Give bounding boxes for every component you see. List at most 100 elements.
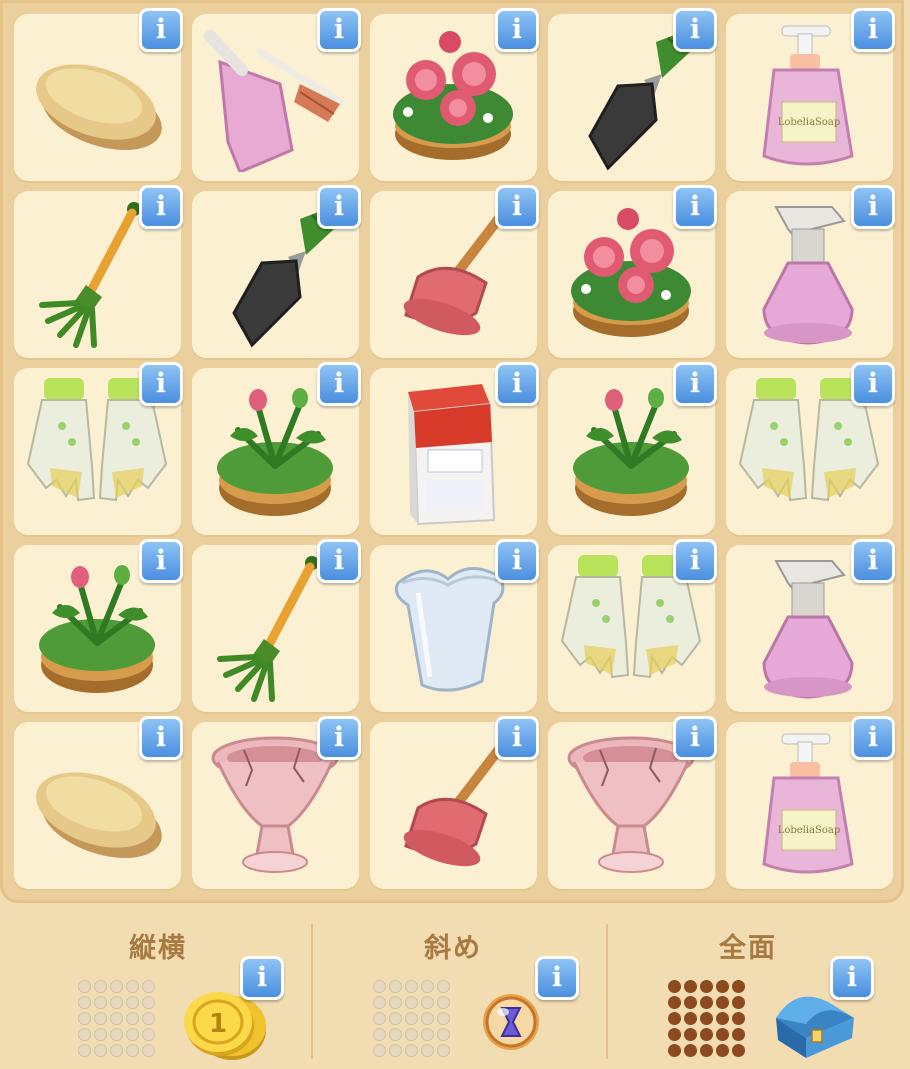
pattern-dot	[78, 980, 91, 993]
info-button[interactable]: i	[673, 539, 717, 583]
pattern-dot	[668, 1044, 681, 1057]
pattern-dot	[78, 1012, 91, 1025]
pattern-dot	[389, 996, 402, 1009]
pattern-dot	[684, 1012, 697, 1025]
pattern-dot	[437, 1012, 450, 1025]
item-cell-garden-trowel[interactable]: i	[548, 8, 717, 181]
item-cell-soap[interactable]: i	[14, 8, 183, 181]
pattern-dot	[437, 1028, 450, 1041]
pattern-dot	[389, 1044, 402, 1057]
item-cell-cracked-pink-vase[interactable]: i	[548, 716, 717, 889]
item-cell-bud-flower-pot[interactable]: i	[192, 362, 361, 535]
pattern-dot	[78, 1028, 91, 1041]
item-cell-plunger[interactable]: i	[370, 185, 539, 358]
item-cell-plunger[interactable]: i	[370, 716, 539, 889]
pattern-dot	[421, 1012, 434, 1025]
pattern-dot	[110, 1044, 123, 1057]
item-cell-detergent-box[interactable]: i	[370, 362, 539, 535]
info-button[interactable]: i	[139, 185, 183, 229]
pattern-dot	[668, 996, 681, 1009]
pattern-dot	[405, 980, 418, 993]
pattern-dot	[716, 1012, 729, 1025]
info-button[interactable]: i	[673, 362, 717, 406]
pattern-dot	[110, 1028, 123, 1041]
treasure-chest-reward: i	[766, 956, 874, 1062]
info-button[interactable]: i	[851, 8, 895, 52]
item-cell-garden-gloves[interactable]: i	[548, 539, 717, 712]
info-button[interactable]: i	[673, 185, 717, 229]
info-button[interactable]: i	[139, 539, 183, 583]
info-button[interactable]: i	[851, 539, 895, 583]
item-cell-bud-flower-pot[interactable]: i	[14, 539, 183, 712]
pattern-dots-full	[668, 980, 746, 1058]
pattern-dot	[110, 1012, 123, 1025]
pattern-dot	[389, 1028, 402, 1041]
pattern-dot	[126, 980, 139, 993]
gold-coin-reward: 1 i	[176, 956, 284, 1062]
pattern-dot	[373, 1028, 386, 1041]
pattern-dot	[732, 996, 745, 1009]
info-button[interactable]: i	[139, 362, 183, 406]
reward-section-diagonal: 斜め i	[303, 904, 603, 1069]
pattern-dot	[94, 1028, 107, 1041]
reward-section-vertical-horizontal: 縦横 1 i	[8, 904, 308, 1069]
info-button[interactable]: i	[830, 956, 874, 1000]
item-cell-garden-gloves[interactable]: i	[14, 362, 183, 535]
pattern-dot	[684, 996, 697, 1009]
pattern-dot	[389, 980, 402, 993]
item-cell-spray-bottle[interactable]: i	[726, 539, 895, 712]
pattern-dot	[421, 1028, 434, 1041]
info-button[interactable]: i	[240, 956, 284, 1000]
pattern-dot	[126, 996, 139, 1009]
item-cell-garden-gloves[interactable]: i	[726, 362, 895, 535]
pattern-dot	[421, 980, 434, 993]
item-cell-dustpan-brush[interactable]: i	[192, 8, 361, 181]
item-cell-garden-trowel[interactable]: i	[192, 185, 361, 358]
info-button[interactable]: i	[317, 716, 361, 760]
pattern-dot	[732, 980, 745, 993]
info-button[interactable]: i	[851, 185, 895, 229]
pattern-dot	[716, 1044, 729, 1057]
pattern-dot	[373, 980, 386, 993]
item-cell-pink-flower-pot[interactable]: i	[548, 185, 717, 358]
info-button[interactable]: i	[673, 8, 717, 52]
info-button[interactable]: i	[139, 8, 183, 52]
info-button[interactable]: i	[495, 8, 539, 52]
info-button[interactable]: i	[495, 539, 539, 583]
item-cell-pump-soap-bottle[interactable]: LobeliaSoap i	[726, 8, 895, 181]
pattern-dot	[716, 1028, 729, 1041]
item-cell-spray-bottle[interactable]: i	[726, 185, 895, 358]
info-button[interactable]: i	[317, 362, 361, 406]
info-button[interactable]: i	[139, 716, 183, 760]
pattern-dot	[684, 1044, 697, 1057]
pattern-dot	[373, 1012, 386, 1025]
item-board: i i i i LobeliaSoap i i i i i i i i i i …	[0, 0, 904, 903]
item-cell-garden-rake[interactable]: i	[192, 539, 361, 712]
soap-bottle-label: LobeliaSoap	[778, 825, 841, 836]
info-button[interactable]: i	[851, 716, 895, 760]
item-cell-cracked-pink-vase[interactable]: i	[192, 716, 361, 889]
info-button[interactable]: i	[317, 8, 361, 52]
pattern-dot	[700, 1028, 713, 1041]
info-button[interactable]: i	[495, 185, 539, 229]
pattern-dot	[732, 1044, 745, 1057]
pattern-dot	[700, 1044, 713, 1057]
item-cell-pump-soap-bottle[interactable]: LobeliaSoap i	[726, 716, 895, 889]
info-button[interactable]: i	[535, 956, 579, 1000]
item-cell-glass-vase[interactable]: i	[370, 539, 539, 712]
info-button[interactable]: i	[317, 539, 361, 583]
reward-footer: 縦横 1 i 斜め i 全面 i	[0, 904, 910, 1069]
info-button[interactable]: i	[495, 716, 539, 760]
item-cell-garden-rake[interactable]: i	[14, 185, 183, 358]
pattern-dots-light	[373, 980, 451, 1058]
pattern-dot	[700, 996, 713, 1009]
pattern-dot	[94, 1044, 107, 1057]
info-button[interactable]: i	[317, 185, 361, 229]
item-cell-soap[interactable]: i	[14, 716, 183, 889]
item-cell-bud-flower-pot[interactable]: i	[548, 362, 717, 535]
info-button[interactable]: i	[673, 716, 717, 760]
info-button[interactable]: i	[851, 362, 895, 406]
item-cell-pink-flower-pot[interactable]: i	[370, 8, 539, 181]
info-button[interactable]: i	[495, 362, 539, 406]
pattern-dot	[126, 1044, 139, 1057]
